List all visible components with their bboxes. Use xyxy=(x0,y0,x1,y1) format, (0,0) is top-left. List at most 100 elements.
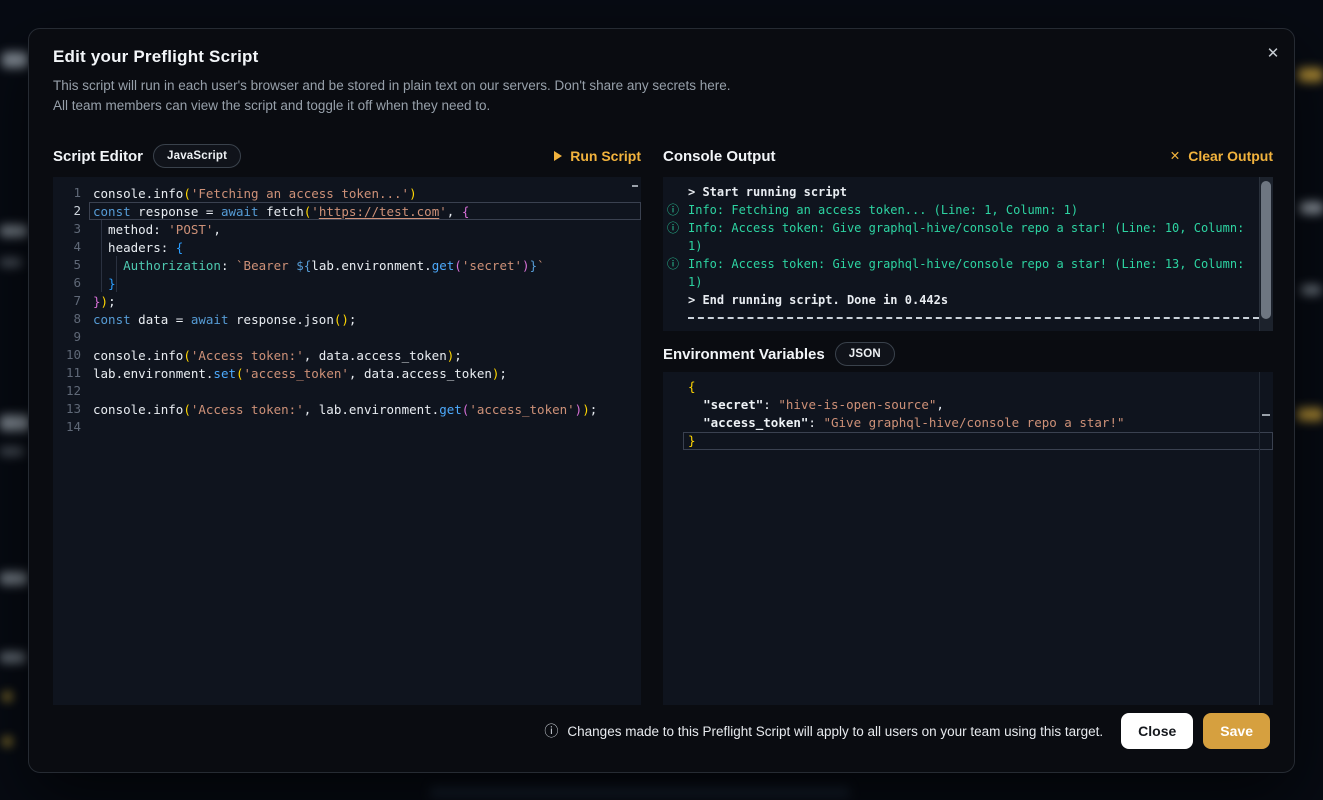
background-blur-shape xyxy=(3,737,12,746)
code-line-content: Authorization: `Bearer ${lab.environment… xyxy=(89,256,641,274)
code-token: ; xyxy=(349,312,357,327)
line-number: 9 xyxy=(53,328,89,346)
line-number: 12 xyxy=(53,382,89,400)
preflight-script-modal: Edit your Preflight Script This script w… xyxy=(28,28,1295,773)
line-number: 14 xyxy=(53,418,89,436)
code-token: Authorization xyxy=(123,258,221,273)
script-editor-line[interactable]: 3 method: 'POST', xyxy=(53,220,641,238)
console-entry[interactable]: > End running script. Done in 0.442s xyxy=(663,291,1273,309)
background-blur-shape xyxy=(0,652,26,663)
code-token: ( xyxy=(183,402,191,417)
code-line-content: headers: { xyxy=(89,238,641,256)
code-token: const xyxy=(93,204,131,219)
modal-footer: ⓘ Changes made to this Preflight Script … xyxy=(53,713,1270,749)
code-token: ( xyxy=(183,186,191,201)
script-editor-line[interactable]: 10console.info('Access token:', data.acc… xyxy=(53,346,641,364)
code-token: "secret" xyxy=(703,397,763,413)
code-token: , xyxy=(447,204,462,219)
script-editor-line[interactable]: 12 xyxy=(53,382,641,400)
console-entry-text: Info: Access token: Give graphql-hive/co… xyxy=(688,255,1257,291)
line-number: 2 xyxy=(53,202,89,220)
code-token: ${ xyxy=(296,258,311,273)
code-token: } xyxy=(530,258,538,273)
script-editor-line[interactable]: 6 } xyxy=(53,274,641,292)
overview-ruler-cursor-mark xyxy=(1262,414,1270,416)
code-line-content: } xyxy=(89,274,641,292)
console-entry[interactable]: ⓘInfo: Fetching an access token... (Line… xyxy=(663,201,1273,219)
env-editor-line[interactable]: "secret": "hive-is-open-source", xyxy=(683,396,1273,414)
code-line-content: const data = await response.json(); xyxy=(89,310,641,328)
code-token: "Give graphql-hive/console repo a star!" xyxy=(823,415,1124,431)
info-icon: ⓘ xyxy=(667,255,688,291)
code-token: ' xyxy=(439,204,447,219)
console-entry-text: > Start running script xyxy=(688,183,1257,201)
script-editor[interactable]: 1console.info('Fetching an access token.… xyxy=(53,177,641,705)
code-token: response.json xyxy=(229,312,334,327)
line-number: 3 xyxy=(53,220,89,238)
environment-variables-editor[interactable]: { "secret": "hive-is-open-source", "acce… xyxy=(663,372,1273,705)
code-token: "hive-is-open-source" xyxy=(778,397,936,413)
code-token: console.info xyxy=(93,348,183,363)
code-token: await xyxy=(221,204,259,219)
code-token: 'access_token' xyxy=(244,366,349,381)
close-icon[interactable]: ✕ xyxy=(1259,39,1287,67)
console-entry[interactable]: ⓘInfo: Access token: Give graphql-hive/c… xyxy=(663,219,1273,255)
modal-description: This script will run in each user's brow… xyxy=(53,76,1033,116)
script-editor-line[interactable]: 2const response = await fetch('https://t… xyxy=(53,202,641,220)
script-editor-line[interactable]: 9 xyxy=(53,328,641,346)
env-editor-line[interactable]: "access_token": "Give graphql-hive/conso… xyxy=(683,414,1273,432)
console-scrollbar[interactable] xyxy=(1259,177,1273,331)
background-blur-shape xyxy=(0,572,28,585)
script-editor-line[interactable]: 4 headers: { xyxy=(53,238,641,256)
script-editor-line[interactable]: 1console.info('Fetching an access token.… xyxy=(53,184,641,202)
code-line-content: lab.environment.set('access_token', data… xyxy=(89,364,641,382)
modal-title: Edit your Preflight Script xyxy=(53,47,258,67)
code-line-content xyxy=(89,328,641,346)
background-blur-shape xyxy=(0,258,22,267)
close-button[interactable]: Close xyxy=(1121,713,1193,749)
code-token: "access_token" xyxy=(703,415,808,431)
code-token: const xyxy=(93,312,131,327)
run-script-label: Run Script xyxy=(570,148,641,164)
code-token: , xyxy=(936,397,944,413)
save-button[interactable]: Save xyxy=(1203,713,1270,749)
console-entry-text: > End running script. Done in 0.442s xyxy=(688,291,1257,309)
run-script-button[interactable]: Run Script xyxy=(554,148,641,164)
env-editor-line[interactable]: { xyxy=(683,378,1273,396)
script-editor-line[interactable]: 7}); xyxy=(53,292,641,310)
json-badge: JSON xyxy=(835,342,895,366)
console-entry[interactable]: ⓘInfo: Access token: Give graphql-hive/c… xyxy=(663,255,1273,291)
console-entry-gutter xyxy=(667,183,688,201)
code-token: get xyxy=(439,402,462,417)
code-token: lab.environment. xyxy=(311,258,431,273)
script-editor-line[interactable]: 14 xyxy=(53,418,641,436)
console-scrollbar-thumb[interactable] xyxy=(1261,181,1271,319)
console-entry-text: Info: Access token: Give graphql-hive/co… xyxy=(688,219,1257,255)
script-editor-line[interactable]: 5 Authorization: `Bearer ${lab.environme… xyxy=(53,256,641,274)
console-entry[interactable]: > Start running script xyxy=(663,183,1273,201)
env-overview-ruler xyxy=(1259,372,1273,705)
line-number: 13 xyxy=(53,400,89,418)
code-token: : xyxy=(763,397,778,413)
clear-output-button[interactable]: ✕ Clear Output xyxy=(1170,148,1273,164)
code-token: ) xyxy=(522,258,530,273)
code-token: , lab.environment. xyxy=(304,402,439,417)
code-token: await xyxy=(191,312,229,327)
code-token: lab.environment. xyxy=(93,366,213,381)
code-token: ; xyxy=(108,294,116,309)
script-editor-line[interactable]: 8const data = await response.json(); xyxy=(53,310,641,328)
console-output-panel[interactable]: > Start running scriptⓘInfo: Fetching an… xyxy=(663,177,1273,331)
code-token: ; xyxy=(499,366,507,381)
script-editor-line[interactable]: 13console.info('Access token:', lab.envi… xyxy=(53,400,641,418)
code-token: ) xyxy=(101,294,109,309)
info-icon: ⓘ xyxy=(544,721,558,741)
code-token: set xyxy=(213,366,236,381)
code-token: ; xyxy=(454,348,462,363)
code-token: `Bearer xyxy=(236,258,296,273)
modal-description-line: This script will run in each user's brow… xyxy=(53,76,1033,96)
script-editor-line[interactable]: 11lab.environment.set('access_token', da… xyxy=(53,364,641,382)
console-output-header: Console Output ✕ Clear Output xyxy=(663,142,1273,170)
environment-variables-header: Environment Variables JSON xyxy=(663,340,1273,368)
env-editor-line[interactable]: } xyxy=(683,432,1273,450)
code-line-content: const response = await fetch('https://te… xyxy=(89,202,641,220)
